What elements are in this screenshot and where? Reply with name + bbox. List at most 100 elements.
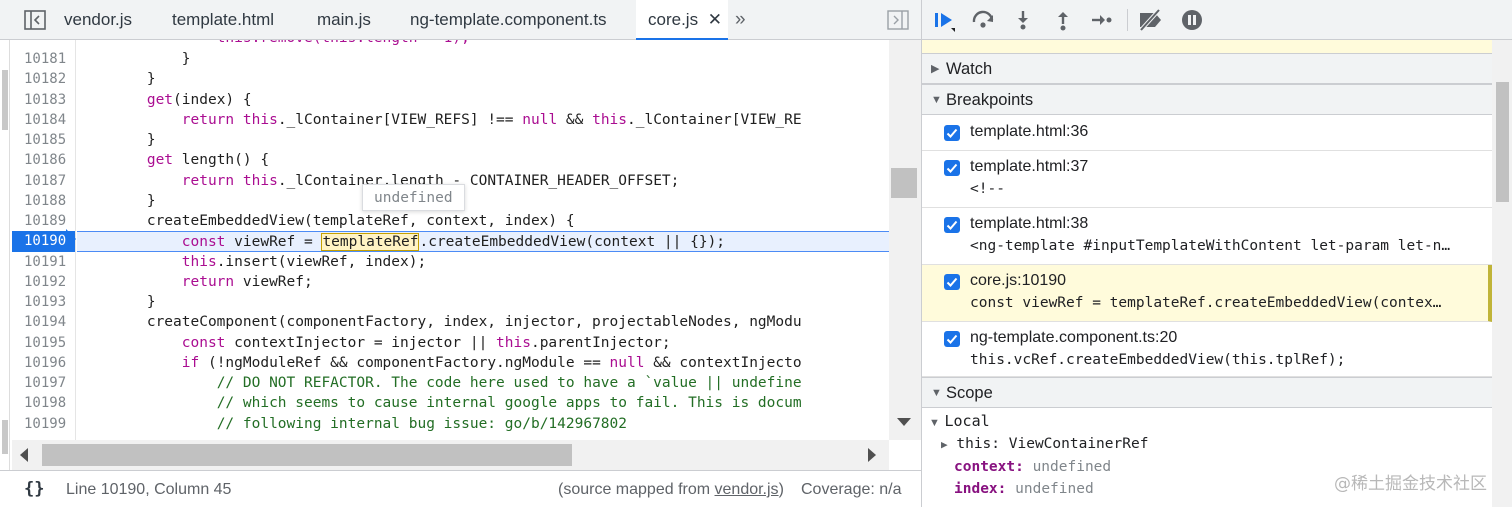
breakpoint-location: ng-template.component.ts:20 — [970, 329, 1178, 346]
scope-this-row[interactable]: ▶ this: ViewContainerRef — [941, 436, 1148, 452]
code-line-paused: const viewRef = templateRef.createEmbedd… — [77, 231, 889, 252]
value-tooltip: undefined — [362, 184, 465, 211]
resume-icon[interactable] — [932, 8, 956, 32]
code-area[interactable]: this.remove(this.length - 1); } } get(in… — [77, 40, 889, 440]
tab-label: main.js — [317, 10, 371, 29]
editor-vertical-scrollbar[interactable] — [889, 40, 921, 440]
more-tabs-icon[interactable]: » — [735, 0, 746, 40]
editor-horizontal-scrollbar[interactable] — [12, 440, 889, 470]
scrollbar-thumb[interactable] — [42, 444, 572, 466]
pause-on-exceptions-icon[interactable] — [1180, 8, 1204, 32]
breakpoint-code: <ng-template #inputTemplateWithContent l… — [970, 238, 1451, 254]
scope-context-label: context: — [954, 459, 1024, 475]
code-line: createComponent(componentFactory, index,… — [77, 314, 802, 331]
line-number[interactable]: 10192 — [12, 272, 75, 292]
line-number[interactable]: 10198 — [12, 393, 75, 413]
collapse-icon: ▼ — [929, 417, 940, 429]
breakpoint-item[interactable]: template.html:38 <ng-template #inputTempl… — [922, 208, 1492, 265]
breakpoint-item[interactable]: core.js:10190 const viewRef = templateRef… — [922, 265, 1492, 322]
code-line: } — [77, 71, 156, 88]
line-number[interactable]: 10194 — [12, 312, 75, 332]
editor-status-bar: {} Line 10190, Column 45 (source mapped … — [0, 470, 921, 507]
close-icon[interactable]: ✕ — [708, 0, 722, 40]
line-number[interactable]: 10191 — [12, 252, 75, 272]
expand-icon: ▶ — [941, 438, 948, 451]
breakpoint-checkbox[interactable] — [944, 160, 960, 176]
step-out-icon[interactable] — [1053, 8, 1077, 32]
code-line: this.insert(viewRef, index); — [181, 253, 427, 270]
scrollbar-thumb[interactable] — [1496, 82, 1509, 202]
breakpoint-checkbox[interactable] — [944, 331, 960, 347]
step-over-icon[interactable] — [971, 8, 995, 32]
scope-index-row[interactable]: index: undefined — [954, 481, 1094, 497]
source-map-link[interactable]: vendor.js — [715, 481, 779, 498]
breakpoint-item[interactable]: template.html:36 — [922, 116, 1492, 151]
code-line: const contextInjector = injector || this… — [181, 334, 671, 351]
step-icon[interactable] — [1089, 8, 1113, 32]
code-line-partial: this.remove(this.length - 1); — [77, 40, 470, 48]
sidebar-scrollbar[interactable] — [1492, 40, 1512, 507]
line-number[interactable]: 10184 — [12, 110, 75, 130]
watch-section-header[interactable]: ▶ Watch — [922, 53, 1492, 84]
toggle-navigator-icon[interactable] — [24, 10, 46, 30]
breakpoint-checkbox[interactable] — [944, 274, 960, 290]
collapse-icon: ▼ — [931, 94, 942, 106]
scope-index-label: index: — [954, 481, 1007, 497]
editor-tab-bar: vendor.js template.html main.js ng-templ… — [0, 0, 921, 40]
line-number[interactable]: 10183 — [12, 90, 75, 110]
line-number[interactable]: 10196 — [12, 353, 75, 373]
line-number[interactable]: 10195 — [12, 333, 75, 353]
breakpoints-section-header[interactable]: ▼ Breakpoints — [922, 84, 1492, 115]
code-line: createEmbeddedView(templateRef, context,… — [77, 213, 575, 229]
toggle-debugger-icon[interactable] — [887, 10, 909, 30]
source-map-suffix: ) — [778, 481, 784, 498]
source-map-info: (source mapped from vendor.js) — [558, 471, 784, 508]
scope-context-value: undefined — [1032, 459, 1112, 475]
overview-ruler — [0, 40, 10, 470]
pretty-print-button[interactable]: {} — [24, 471, 44, 508]
breakpoint-item[interactable]: ng-template.component.ts:20 this.vcRef.cr… — [922, 322, 1492, 377]
section-title: Breakpoints — [946, 91, 1034, 109]
line-number[interactable]: 10186 — [12, 150, 75, 170]
watermark: @稀土掘金技术社区 — [1334, 474, 1487, 494]
debugger-sidebar: ▶ Watch ▼ Breakpoints template.html:36 te… — [921, 0, 1512, 507]
code-line: return this._lContainer[VIEW_REFS] !== n… — [181, 111, 802, 128]
tab-label: vendor.js — [64, 10, 133, 29]
line-number[interactable]: 10182 — [12, 69, 75, 89]
line-number[interactable]: 10188 — [12, 191, 75, 211]
step-into-icon[interactable] — [1013, 8, 1037, 32]
line-number[interactable]: 10187 — [12, 171, 75, 191]
tab-label: ng-template.component.ts — [410, 10, 607, 29]
breakpoint-code: <!-- — [970, 181, 1005, 197]
breakpoint-code: const viewRef = templateRef.createEmbedd… — [970, 295, 1442, 311]
breakpoint-item[interactable]: template.html:37 <!-- — [922, 151, 1492, 208]
scroll-left-icon[interactable] — [20, 448, 28, 462]
line-number[interactable]: 10181 — [12, 49, 75, 69]
line-number[interactable]: 10199 — [12, 414, 75, 434]
scrollbar-thumb[interactable] — [891, 168, 917, 198]
tab-template-html[interactable]: template.html — [172, 0, 274, 40]
deactivate-breakpoints-icon[interactable] — [1137, 8, 1165, 32]
breakpoint-marker[interactable] — [66, 229, 76, 249]
line-number[interactable]: 10197 — [12, 373, 75, 393]
debugger-toolbar — [922, 0, 1512, 40]
scope-context-row[interactable]: context: undefined — [954, 459, 1111, 475]
line-number[interactable]: 10193 — [12, 292, 75, 312]
source-editor-pane: vendor.js template.html main.js ng-templ… — [0, 0, 921, 507]
scope-local-header[interactable]: ▼ Local — [929, 412, 990, 431]
line-number[interactable]: 10185 — [12, 130, 75, 150]
scroll-down-icon[interactable] — [897, 418, 911, 426]
tab-core-js[interactable]: core.js ✕ — [636, 0, 728, 40]
scope-section-header[interactable]: ▼ Scope — [922, 377, 1492, 408]
breakpoint-checkbox[interactable] — [944, 217, 960, 233]
expand-icon: ▶ — [931, 63, 940, 75]
scope-index-value: undefined — [1015, 481, 1094, 497]
scroll-right-icon[interactable] — [868, 448, 876, 462]
collapse-icon: ▼ — [931, 387, 942, 399]
scope-local-label: Local — [944, 412, 990, 430]
tab-ng-template-component-ts[interactable]: ng-template.component.ts — [410, 0, 607, 40]
tab-vendor-js[interactable]: vendor.js — [64, 0, 132, 40]
breakpoint-checkbox[interactable] — [944, 125, 960, 141]
tab-main-js[interactable]: main.js — [317, 0, 371, 40]
code-line: get(index) { — [146, 91, 252, 108]
